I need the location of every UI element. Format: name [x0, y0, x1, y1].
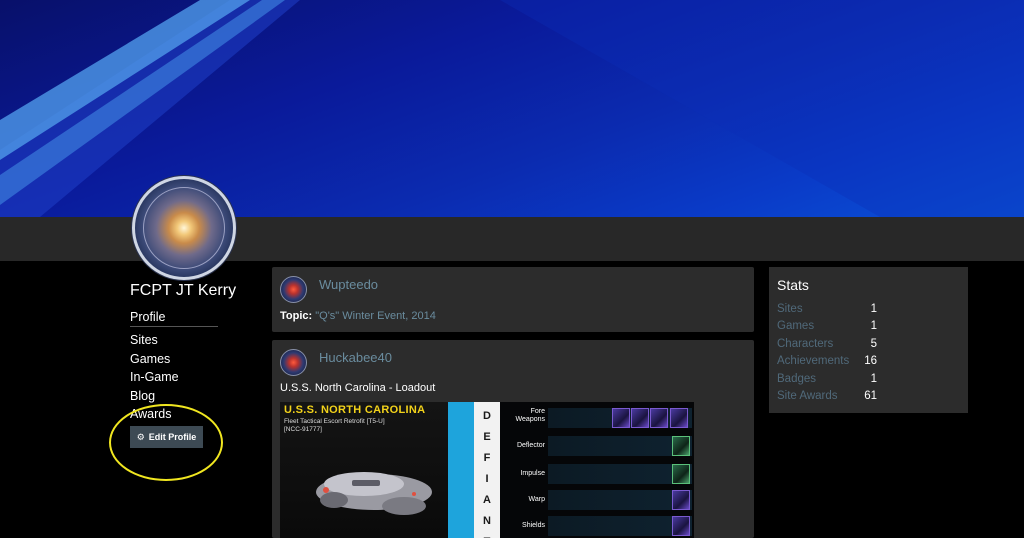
ship-name: U.S.S. NORTH CAROLINA: [284, 404, 426, 416]
loadout-image[interactable]: U.S.S. NORTH CAROLINA Fleet Tactical Esc…: [280, 402, 694, 538]
nav-item-games[interactable]: Games: [130, 350, 218, 369]
faction-name: D E F I A N T: [474, 406, 500, 538]
stat-row-achievements: Achievements 16: [777, 355, 877, 372]
shield-icon[interactable]: [672, 516, 690, 536]
stat-label[interactable]: Characters: [777, 338, 833, 350]
stat-value: 61: [864, 390, 877, 402]
faction-letter: T: [474, 532, 500, 538]
slot-label: Shields: [522, 522, 545, 529]
nav-item-in-game[interactable]: In-Game: [130, 368, 218, 387]
faction-banner: D E F I A N T: [448, 402, 500, 538]
faction-letter: F: [483, 452, 491, 464]
slot-bar: [548, 436, 692, 456]
stat-label[interactable]: Sites: [777, 303, 803, 315]
stat-row-badges: Badges 1: [777, 373, 877, 390]
post-author-link[interactable]: Wupteedo: [319, 277, 378, 292]
slot-bar: [548, 490, 692, 510]
weapon-icon[interactable]: [670, 408, 688, 428]
slot-bar: [548, 464, 692, 484]
stat-row-games: Games 1: [777, 320, 877, 337]
stats-panel: Stats Sites 1 Games 1 Characters 5 Achie…: [769, 267, 968, 413]
faction-letter: A: [483, 494, 491, 506]
post-author-link[interactable]: Huckabee40: [319, 350, 392, 365]
nav-item-profile[interactable]: Profile: [130, 308, 218, 327]
deflector-icon[interactable]: [672, 436, 690, 456]
faction-letter: I: [485, 473, 489, 485]
faction-letter: E: [483, 431, 491, 443]
stat-row-site-awards: Site Awards 61: [777, 390, 877, 407]
weapon-icon[interactable]: [612, 408, 630, 428]
slot-row-fore-weapons: Fore Weapons: [500, 406, 694, 430]
post-text: U.S.S. North Carolina - Loadout: [280, 382, 436, 394]
impulse-icon[interactable]: [672, 464, 690, 484]
activity-post: Wupteedo Topic: "Q's" Winter Event, 2014: [272, 267, 754, 332]
stat-label[interactable]: Badges: [777, 373, 816, 385]
slot-label: Warp: [528, 496, 545, 503]
equipment-slots: Fore Weapons Deflector Impulse Warp Shie…: [500, 402, 694, 538]
highlight-circle: [109, 404, 223, 481]
slot-label: Deflector: [516, 442, 545, 449]
ship-class: Fleet Tactical Escort Retrofit [T5-U]: [284, 418, 385, 425]
user-name: FCPT JT Kerry: [130, 282, 237, 299]
ship-registry: [NCC-91777]: [284, 426, 322, 433]
stat-value: 16: [864, 355, 877, 368]
stat-row-sites: Sites 1: [777, 303, 877, 320]
topic-link[interactable]: "Q's" Winter Event, 2014: [315, 310, 436, 322]
stat-value: 1: [870, 320, 877, 333]
post-topic: Topic: "Q's" Winter Event, 2014: [280, 310, 436, 322]
ship-panel: U.S.S. NORTH CAROLINA Fleet Tactical Esc…: [280, 402, 448, 538]
stat-label[interactable]: Site Awards: [777, 390, 838, 402]
stat-value: 1: [870, 372, 877, 385]
slot-row-deflector: Deflector: [500, 434, 694, 458]
slot-row-impulse: Impulse: [500, 462, 694, 486]
stat-value: 5: [870, 337, 877, 350]
stat-label[interactable]: Games: [777, 320, 814, 332]
slot-label: Fore Weapons: [515, 408, 545, 423]
nav-item-sites[interactable]: Sites: [130, 331, 218, 350]
stats-title: Stats: [777, 277, 809, 293]
weapon-icon[interactable]: [650, 408, 668, 428]
stat-value: 1: [870, 303, 877, 315]
stat-row-characters: Characters 5: [777, 338, 877, 355]
nav-item-blog[interactable]: Blog: [130, 387, 218, 406]
faction-stripe: [448, 402, 474, 538]
slot-row-shields: Shields: [500, 514, 694, 538]
stat-label[interactable]: Achievements: [777, 355, 849, 367]
ship-details: Fleet Tactical Escort Retrofit [T5-U] [N…: [284, 418, 385, 434]
starship-icon: [316, 472, 432, 515]
profile-avatar[interactable]: [132, 176, 236, 280]
post-author-avatar[interactable]: [280, 276, 307, 303]
topic-prefix: Topic:: [280, 310, 313, 322]
slot-row-warp: Warp: [500, 488, 694, 512]
post-author-avatar[interactable]: [280, 349, 307, 376]
avatar-emblem-ring: [143, 187, 225, 269]
warp-core-icon[interactable]: [672, 490, 690, 510]
weapon-icon[interactable]: [631, 408, 649, 428]
slot-bar: [548, 516, 692, 536]
faction-letter: D: [483, 410, 491, 422]
faction-letter: N: [483, 515, 491, 527]
activity-post: Huckabee40 U.S.S. North Carolina - Loado…: [272, 340, 754, 538]
slot-label: Impulse: [520, 470, 545, 477]
